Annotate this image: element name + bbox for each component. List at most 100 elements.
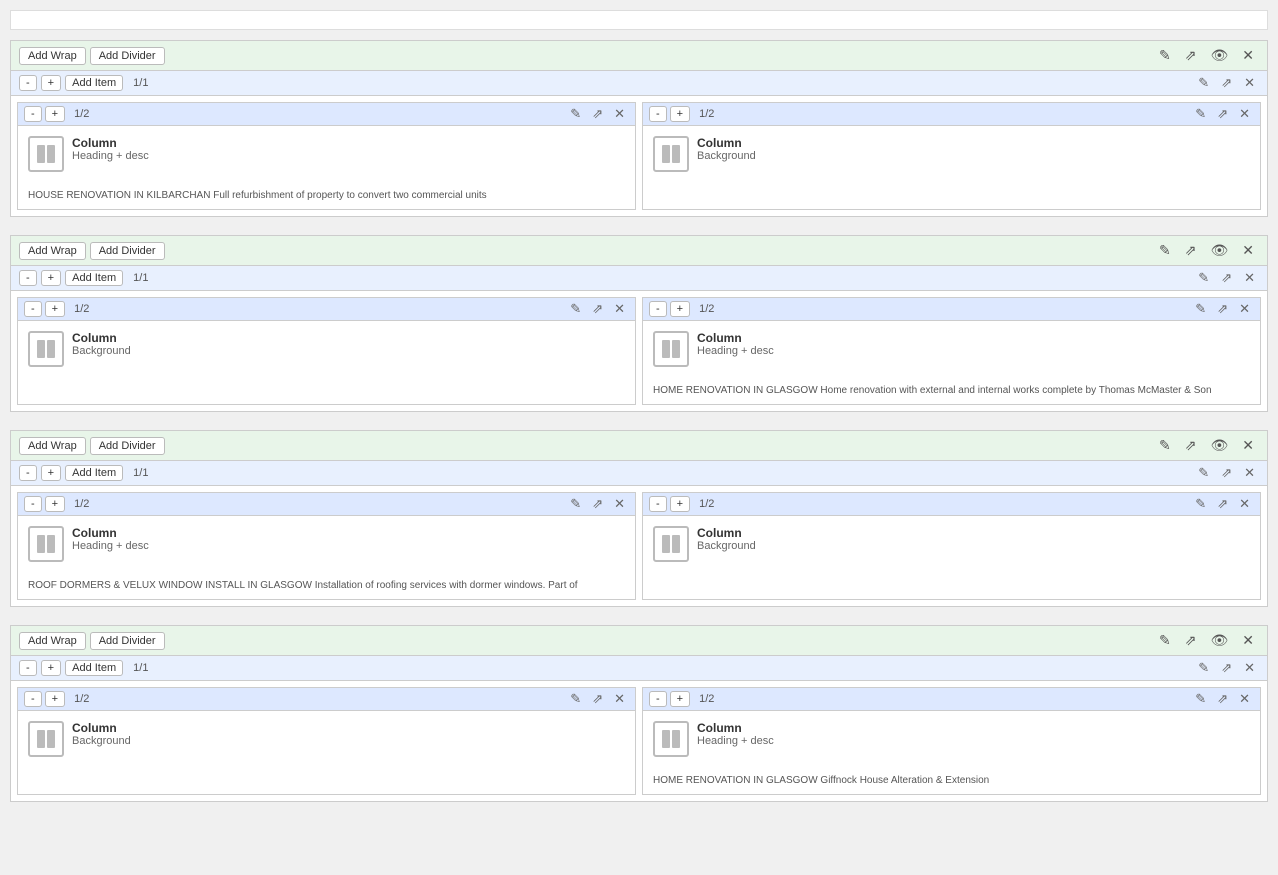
row-close-button[interactable]: ✕ [1240,74,1259,92]
col-edit-button[interactable]: ✎ [566,105,585,123]
column-4-1: -+1/2✎⇗✕ColumnBackground [17,687,636,795]
col-plus-button[interactable]: + [45,301,65,317]
row-share-button[interactable]: ⇗ [1217,74,1236,92]
col-plus-button[interactable]: + [670,496,690,512]
add-divider-button[interactable]: Add Divider [90,47,165,65]
section-share-button[interactable]: ⇗ [1180,240,1202,261]
add-item-button[interactable]: Add Item [65,660,123,676]
row-edit-button[interactable]: ✎ [1194,74,1213,92]
add-item-button[interactable]: Add Item [65,465,123,481]
col-share-button[interactable]: ⇗ [588,690,607,708]
row-edit-button[interactable]: ✎ [1194,659,1213,677]
row-close-button[interactable]: ✕ [1240,464,1259,482]
row-share-button[interactable]: ⇗ [1217,659,1236,677]
add-wrap-button[interactable]: Add Wrap [19,437,86,455]
row-minus-button[interactable]: - [19,465,37,481]
col-minus-button[interactable]: - [24,691,42,707]
col-description-text: HOME RENOVATION IN GLASGOW Home renovati… [643,381,1260,404]
col-title: Column [72,136,625,150]
column-icon [28,331,64,367]
col-share-button[interactable]: ⇗ [588,300,607,318]
col-minus-button[interactable]: - [649,106,667,122]
section-edit-button[interactable]: ✎ [1154,240,1176,261]
section-eye-button[interactable]: 👁 [1205,45,1233,66]
col-minus-button[interactable]: - [24,496,42,512]
col-share-button[interactable]: ⇗ [1213,105,1232,123]
add-divider-button[interactable]: Add Divider [90,632,165,650]
add-divider-button[interactable]: Add Divider [90,437,165,455]
section-close-button[interactable]: ✕ [1237,45,1259,66]
row-plus-button[interactable]: + [41,660,61,676]
col-plus-button[interactable]: + [670,691,690,707]
col-title: Column [72,721,625,735]
row-edit-button[interactable]: ✎ [1194,269,1213,287]
column-4-2: -+1/2✎⇗✕ColumnHeading + descHOME RENOVAT… [642,687,1261,795]
col-minus-button[interactable]: - [24,301,42,317]
col-edit-button[interactable]: ✎ [1191,690,1210,708]
section-share-button[interactable]: ⇗ [1180,435,1202,456]
add-wrap-button[interactable]: Add Wrap [19,47,86,65]
col-minus-button[interactable]: - [649,496,667,512]
col-edit-button[interactable]: ✎ [1191,105,1210,123]
col-edit-button[interactable]: ✎ [1191,495,1210,513]
add-item-button[interactable]: Add Item [65,75,123,91]
row-share-button[interactable]: ⇗ [1217,464,1236,482]
col-edit-button[interactable]: ✎ [566,495,585,513]
col-minus-button[interactable]: - [24,106,42,122]
section-eye-button[interactable]: 👁 [1205,435,1233,456]
col-plus-button[interactable]: + [670,301,690,317]
add-wrap-button[interactable]: Add Wrap [19,632,86,650]
col-share-button[interactable]: ⇗ [1213,495,1232,513]
col-close-button[interactable]: ✕ [610,300,629,318]
col-title: Column [72,331,625,345]
row-minus-button[interactable]: - [19,75,37,91]
row-minus-button[interactable]: - [19,660,37,676]
col-ratio-label: 1/2 [693,497,720,511]
col-close-button[interactable]: ✕ [1235,495,1254,513]
section-edit-button[interactable]: ✎ [1154,435,1176,456]
section-eye-button[interactable]: 👁 [1205,630,1233,651]
col-plus-button[interactable]: + [670,106,690,122]
col-plus-button[interactable]: + [45,496,65,512]
add-wrap-button[interactable]: Add Wrap [19,242,86,260]
col-subtitle: Background [697,150,1250,162]
section-close-button[interactable]: ✕ [1237,630,1259,651]
col-close-button[interactable]: ✕ [610,690,629,708]
col-share-button[interactable]: ⇗ [1213,300,1232,318]
add-item-button[interactable]: Add Item [65,270,123,286]
col-share-button[interactable]: ⇗ [1213,690,1232,708]
col-edit-button[interactable]: ✎ [1191,300,1210,318]
row-plus-button[interactable]: + [41,465,61,481]
section-edit-button[interactable]: ✎ [1154,45,1176,66]
col-plus-button[interactable]: + [45,106,65,122]
col-share-button[interactable]: ⇗ [588,105,607,123]
col-edit-button[interactable]: ✎ [566,690,585,708]
col-close-button[interactable]: ✕ [1235,690,1254,708]
column-1-1: -+1/2✎⇗✕ColumnHeading + descHOUSE RENOVA… [17,102,636,210]
section-share-button[interactable]: ⇗ [1180,630,1202,651]
row-plus-button[interactable]: + [41,75,61,91]
section-share-button[interactable]: ⇗ [1180,45,1202,66]
row-share-button[interactable]: ⇗ [1217,269,1236,287]
col-minus-button[interactable]: - [649,301,667,317]
col-info: ColumnBackground [72,331,625,357]
section-edit-button[interactable]: ✎ [1154,630,1176,651]
section-eye-button[interactable]: 👁 [1205,240,1233,261]
col-plus-button[interactable]: + [45,691,65,707]
col-minus-button[interactable]: - [649,691,667,707]
section-close-button[interactable]: ✕ [1237,435,1259,456]
row-edit-button[interactable]: ✎ [1194,464,1213,482]
col-close-button[interactable]: ✕ [1235,300,1254,318]
add-divider-button[interactable]: Add Divider [90,242,165,260]
section-close-button[interactable]: ✕ [1237,240,1259,261]
row-plus-button[interactable]: + [41,270,61,286]
col-close-button[interactable]: ✕ [1235,105,1254,123]
row-close-button[interactable]: ✕ [1240,269,1259,287]
col-share-button[interactable]: ⇗ [588,495,607,513]
row-close-button[interactable]: ✕ [1240,659,1259,677]
col-toolbar-1-1: -+1/2✎⇗✕ [18,103,635,126]
col-close-button[interactable]: ✕ [610,105,629,123]
row-minus-button[interactable]: - [19,270,37,286]
col-close-button[interactable]: ✕ [610,495,629,513]
col-edit-button[interactable]: ✎ [566,300,585,318]
